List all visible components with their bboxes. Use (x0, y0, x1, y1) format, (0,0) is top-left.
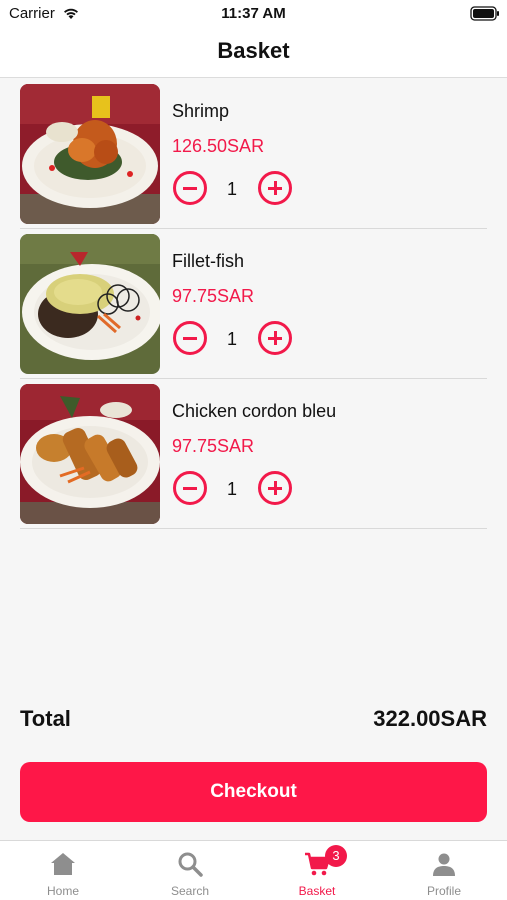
navigation-bar: Basket (0, 28, 507, 78)
tab-home[interactable]: Home (0, 841, 126, 900)
increase-quantity-button[interactable] (258, 471, 292, 505)
fillet-fish-photo (20, 234, 160, 374)
tab-bar: Home Search 3 Basket Profile (0, 840, 507, 900)
search-icon (178, 852, 203, 877)
tab-basket[interactable]: 3 Basket (254, 841, 380, 900)
minus-icon (183, 186, 197, 190)
chicken-cordon-bleu-photo (20, 384, 160, 524)
tab-label: Profile (426, 884, 461, 898)
basket-item-shrimp: Shrimp 126.50SAR 1 (20, 79, 487, 229)
home-icon (51, 853, 75, 875)
person-icon (433, 853, 455, 876)
minus-icon (183, 486, 197, 490)
increase-quantity-button[interactable] (258, 171, 292, 205)
quantity-value: 1 (226, 479, 237, 499)
decrease-quantity-button[interactable] (173, 471, 207, 505)
battery-icon (470, 6, 499, 21)
item-price: 97.75SAR (172, 286, 255, 306)
item-price: 97.75SAR (172, 436, 255, 456)
basket-item-chicken-cordon-bleu: Chicken cordon bleu 97.75SAR 1 (20, 379, 487, 529)
status-time: 11:37 AM (221, 5, 286, 22)
tab-profile[interactable]: Profile (381, 841, 507, 900)
item-price: 126.50SAR (172, 136, 265, 156)
quantity-value: 1 (226, 179, 237, 199)
increase-quantity-button[interactable] (258, 321, 292, 355)
page-title: Basket (217, 38, 290, 63)
minus-icon (183, 336, 197, 340)
item-name: Shrimp (172, 101, 230, 121)
shrimp-photo (20, 84, 160, 224)
item-name: Chicken cordon bleu (172, 401, 337, 421)
decrease-quantity-button[interactable] (173, 171, 207, 205)
tab-search[interactable]: Search (127, 841, 253, 900)
item-name: Fillet-fish (172, 251, 245, 271)
tab-label: Home (46, 884, 79, 898)
total-value: 322.00SAR (373, 706, 487, 731)
tab-label: Basket (298, 884, 336, 898)
total-label: Total (20, 706, 71, 731)
decrease-quantity-button[interactable] (173, 321, 207, 355)
tab-label: Search (170, 884, 210, 898)
status-bar: Carrier 11:37 AM (0, 0, 507, 28)
quantity-value: 1 (226, 329, 237, 349)
checkout-button[interactable]: Checkout (20, 762, 487, 822)
cart-count-badge: 3 (325, 845, 347, 867)
basket-item-fillet-fish: Fillet-fish 97.75SAR 1 (20, 229, 487, 379)
